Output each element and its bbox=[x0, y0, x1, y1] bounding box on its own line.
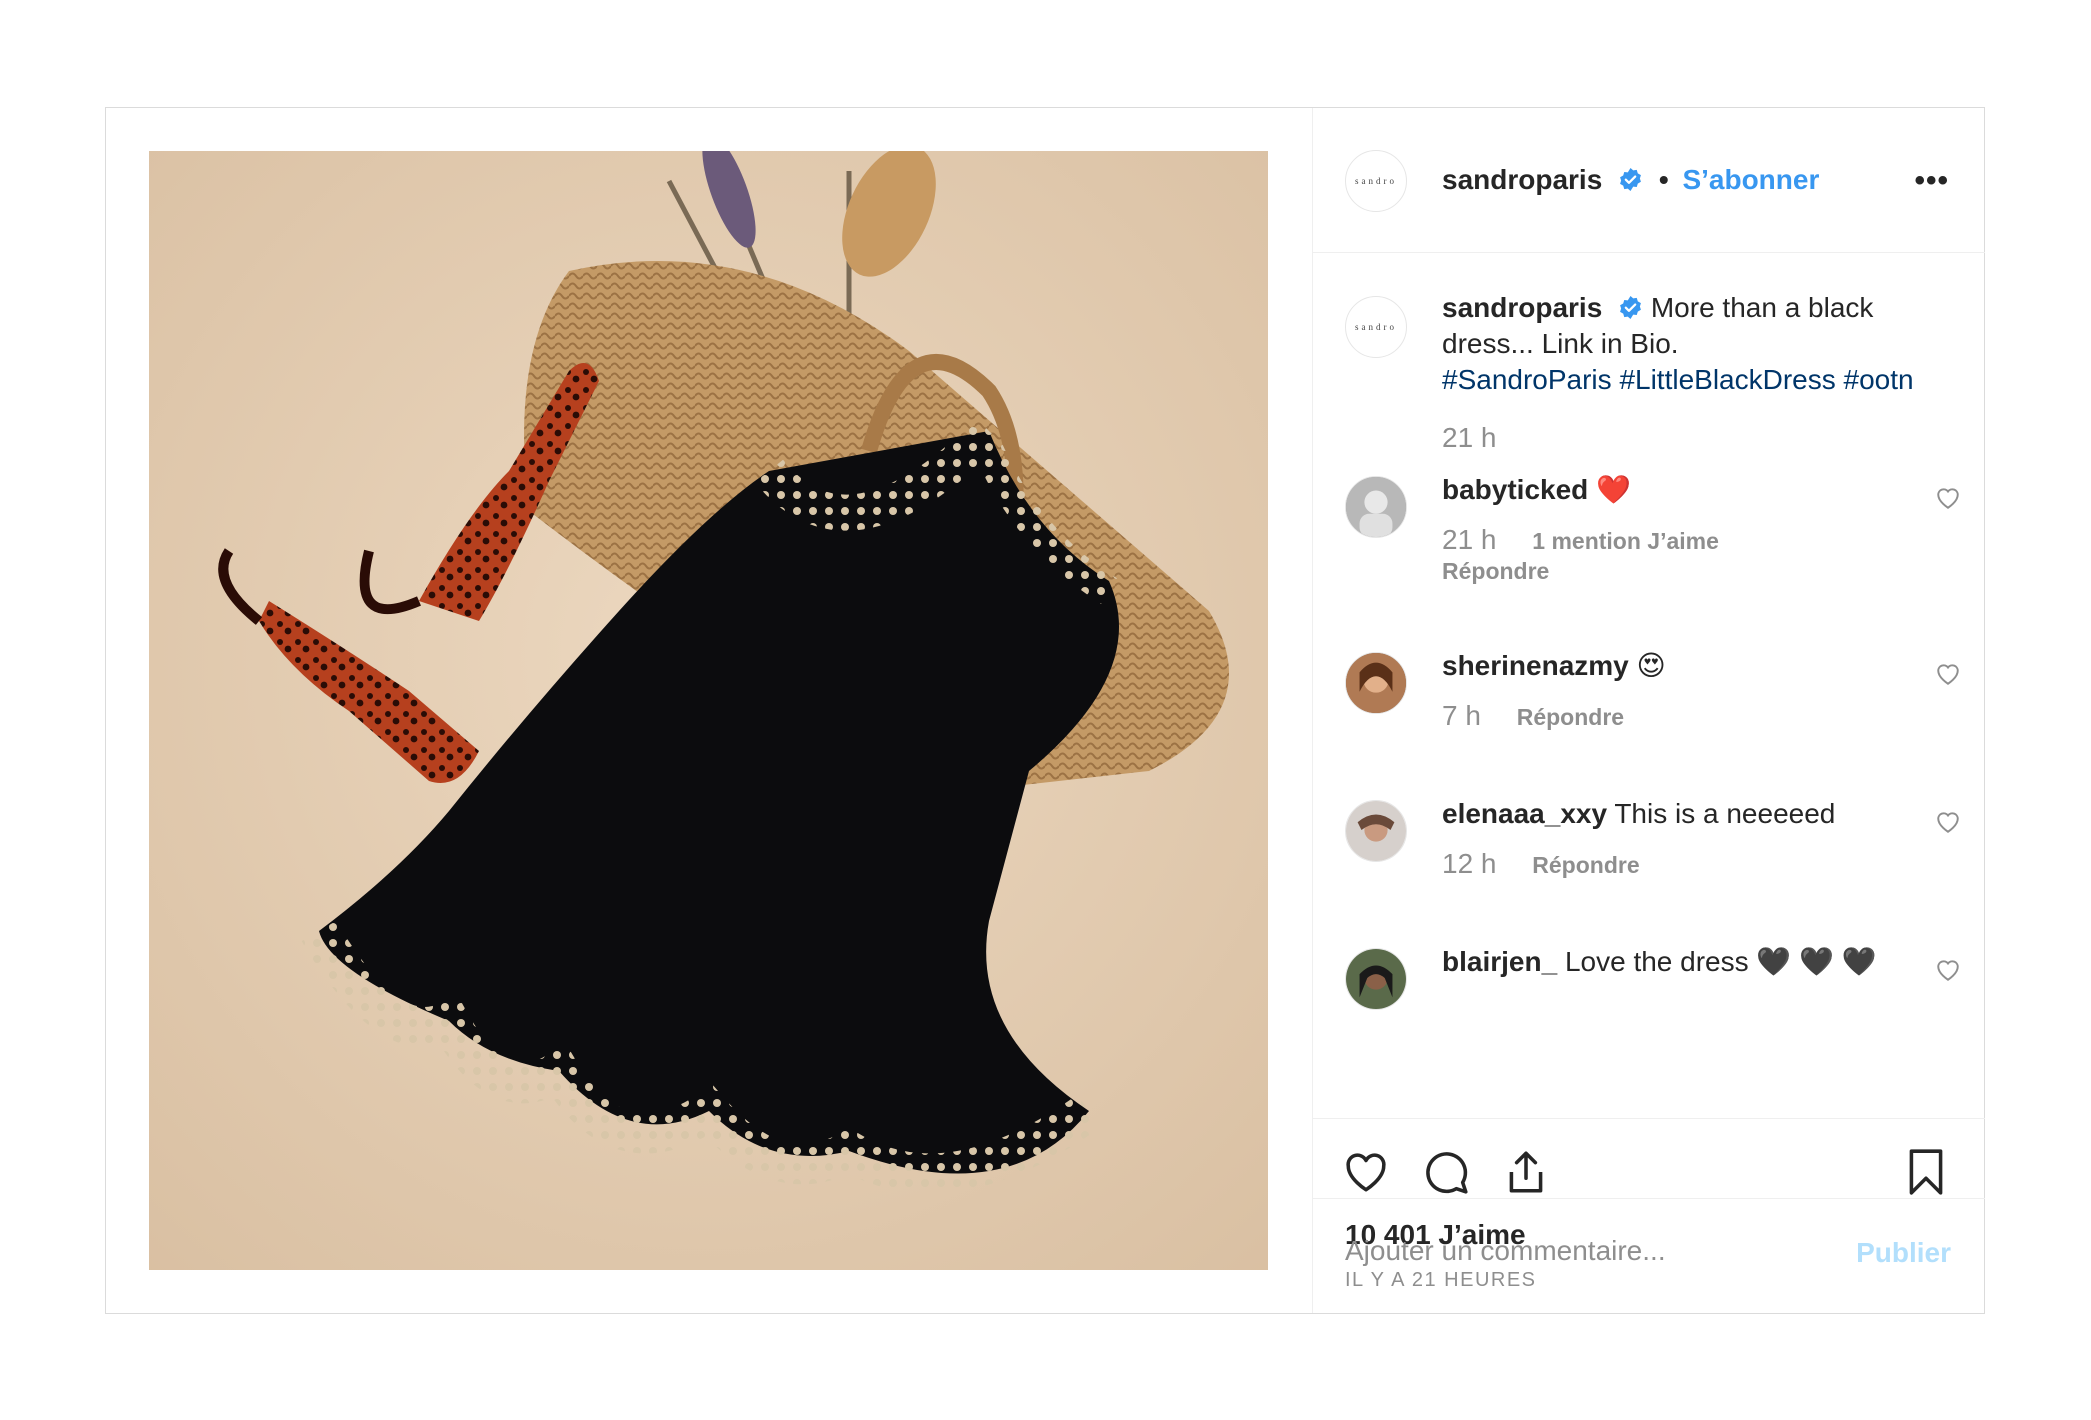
commenter-avatar[interactable] bbox=[1345, 948, 1407, 1010]
commenter-avatar[interactable] bbox=[1345, 652, 1407, 714]
comment: sherinenazmy 😍 bbox=[1442, 648, 1666, 684]
hashtag-link[interactable]: #ootn bbox=[1844, 364, 1914, 395]
caption: sandroparis More than a black dress... L… bbox=[1442, 290, 1962, 398]
publish-button[interactable]: Publier bbox=[1856, 1237, 1951, 1269]
comment-username[interactable]: blairjen_ bbox=[1442, 946, 1557, 977]
post-image bbox=[149, 151, 1268, 1270]
caption-text-line2: dress... Link in Bio. bbox=[1442, 328, 1679, 359]
account-avatar[interactable]: sandro bbox=[1345, 150, 1407, 212]
more-options-icon[interactable]: ••• bbox=[1914, 166, 1949, 196]
bookmark-icon[interactable] bbox=[1901, 1147, 1951, 1197]
hashtag-link[interactable]: #LittleBlackDress bbox=[1619, 364, 1835, 395]
reply-button[interactable]: Répondre bbox=[1517, 704, 1624, 730]
avatar-photo bbox=[1346, 477, 1406, 537]
heart-icon[interactable] bbox=[1341, 1147, 1391, 1197]
comment-likes[interactable]: 1 mention J’aime bbox=[1532, 528, 1719, 554]
like-comment-heart-icon[interactable] bbox=[1935, 810, 1961, 834]
comment-meta: 7 h Répondre bbox=[1442, 700, 1624, 732]
comment: blairjen_ Love the dress 🖤 🖤 🖤 bbox=[1442, 944, 1877, 980]
avatar-photo bbox=[1346, 949, 1406, 1009]
instagram-post: sandro sandroparis • S’abonner ••• sandr… bbox=[105, 107, 1985, 1314]
header-username-row: sandroparis • S’abonner bbox=[1442, 164, 1819, 196]
comment-time[interactable]: 12 h bbox=[1442, 848, 1497, 879]
follow-button[interactable]: S’abonner bbox=[1682, 164, 1819, 195]
commenter-avatar[interactable] bbox=[1345, 476, 1407, 538]
separator-dot: • bbox=[1658, 164, 1669, 195]
verified-badge-icon bbox=[1620, 296, 1641, 319]
avatar-photo bbox=[1346, 653, 1406, 713]
like-comment-heart-icon[interactable] bbox=[1935, 662, 1961, 686]
comment-username[interactable]: babyticked bbox=[1442, 474, 1588, 505]
comment-time[interactable]: 7 h bbox=[1442, 700, 1481, 731]
comment-text: This is a neeeeed bbox=[1614, 798, 1836, 829]
account-logo: sandro bbox=[1355, 176, 1397, 186]
comment-time[interactable]: 21 h bbox=[1442, 524, 1497, 555]
comments-list[interactable]: sandro sandroparis More than a black dre… bbox=[1313, 254, 1985, 1117]
reply-button[interactable]: Répondre bbox=[1532, 852, 1639, 878]
post-photo[interactable] bbox=[149, 151, 1268, 1270]
caption-avatar[interactable]: sandro bbox=[1345, 296, 1407, 358]
commenter-avatar[interactable] bbox=[1345, 800, 1407, 862]
caption-username[interactable]: sandroparis bbox=[1442, 292, 1602, 323]
comment-username[interactable]: sherinenazmy bbox=[1442, 650, 1629, 681]
verified-badge-icon bbox=[1620, 168, 1641, 191]
header-username[interactable]: sandroparis bbox=[1442, 164, 1602, 195]
caption-logo: sandro bbox=[1355, 322, 1397, 332]
comment-meta: 12 h Répondre bbox=[1442, 848, 1640, 880]
add-comment-bar: Publier bbox=[1313, 1198, 1985, 1313]
comment: elenaaa_xxy This is a neeeeed bbox=[1442, 796, 1835, 832]
comment-text: 😍 bbox=[1636, 650, 1666, 681]
comment: babyticked ❤️ bbox=[1442, 472, 1631, 508]
comment-input[interactable] bbox=[1345, 1235, 1825, 1267]
comment-icon[interactable] bbox=[1421, 1147, 1471, 1197]
share-icon[interactable] bbox=[1501, 1147, 1551, 1197]
caption-time[interactable]: 21 h bbox=[1442, 422, 1497, 454]
caption-text-line1: More than a black bbox=[1650, 292, 1874, 323]
avatar-photo bbox=[1346, 801, 1406, 861]
comment-username[interactable]: elenaaa_xxy bbox=[1442, 798, 1607, 829]
comment-text: ❤️ bbox=[1596, 474, 1631, 505]
comment-text: Love the dress 🖤 🖤 🖤 bbox=[1564, 946, 1877, 977]
hashtag-link[interactable]: #SandroParis bbox=[1442, 364, 1612, 395]
post-header: sandro sandroparis • S’abonner ••• bbox=[1313, 108, 1985, 253]
post-sidebar: sandro sandroparis • S’abonner ••• sandr… bbox=[1312, 108, 1985, 1313]
comment-meta: 21 h 1 mention J’aime bbox=[1442, 524, 1719, 556]
like-comment-heart-icon[interactable] bbox=[1935, 958, 1961, 982]
like-comment-heart-icon[interactable] bbox=[1935, 486, 1961, 510]
reply-button[interactable]: Répondre bbox=[1442, 558, 1549, 585]
